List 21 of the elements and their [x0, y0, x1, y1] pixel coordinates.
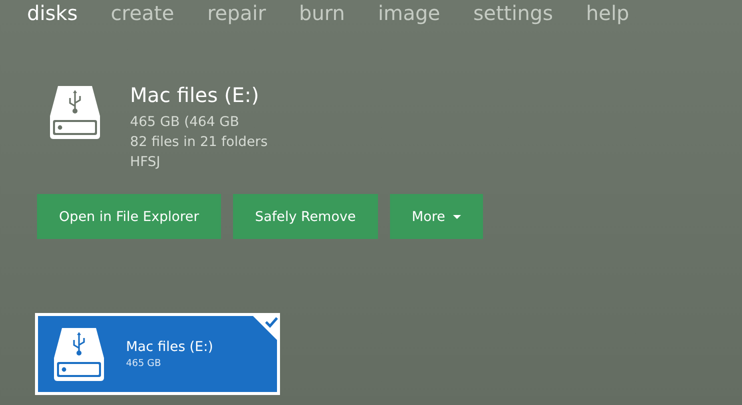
checkmark-icon: [250, 313, 280, 343]
action-button[interactable]: Open in File Explorer: [37, 194, 222, 239]
nav-tab[interactable]: settings: [473, 0, 553, 26]
nav-tab[interactable]: burn: [299, 0, 345, 26]
drive-name: Mac files (E:): [130, 82, 260, 108]
usb-drive-icon: [50, 84, 100, 140]
nav-tab[interactable]: repair: [207, 0, 266, 26]
nav-tab[interactable]: disks: [27, 0, 78, 26]
nav-tab[interactable]: image: [378, 0, 440, 26]
nav-tab[interactable]: help: [586, 0, 630, 26]
tile-drive-name: Mac files (E:): [126, 339, 214, 355]
nav-tab[interactable]: create: [110, 0, 174, 26]
more-dropdown-button[interactable]: More: [390, 194, 484, 239]
drive-detail: HFSJ: [130, 153, 162, 172]
caret-icon: [453, 214, 462, 218]
drive-detail: 465 GB (464 GB: [130, 113, 240, 132]
usb-drive-icon: [54, 326, 104, 382]
drive-detail: 82 files in 21 folders: [130, 133, 268, 152]
tile-drive-size: 465 GB: [126, 358, 162, 369]
drive-tile[interactable]: Mac files (E:) 465 GB: [35, 313, 280, 395]
action-button[interactable]: Safely Remove: [233, 194, 378, 239]
